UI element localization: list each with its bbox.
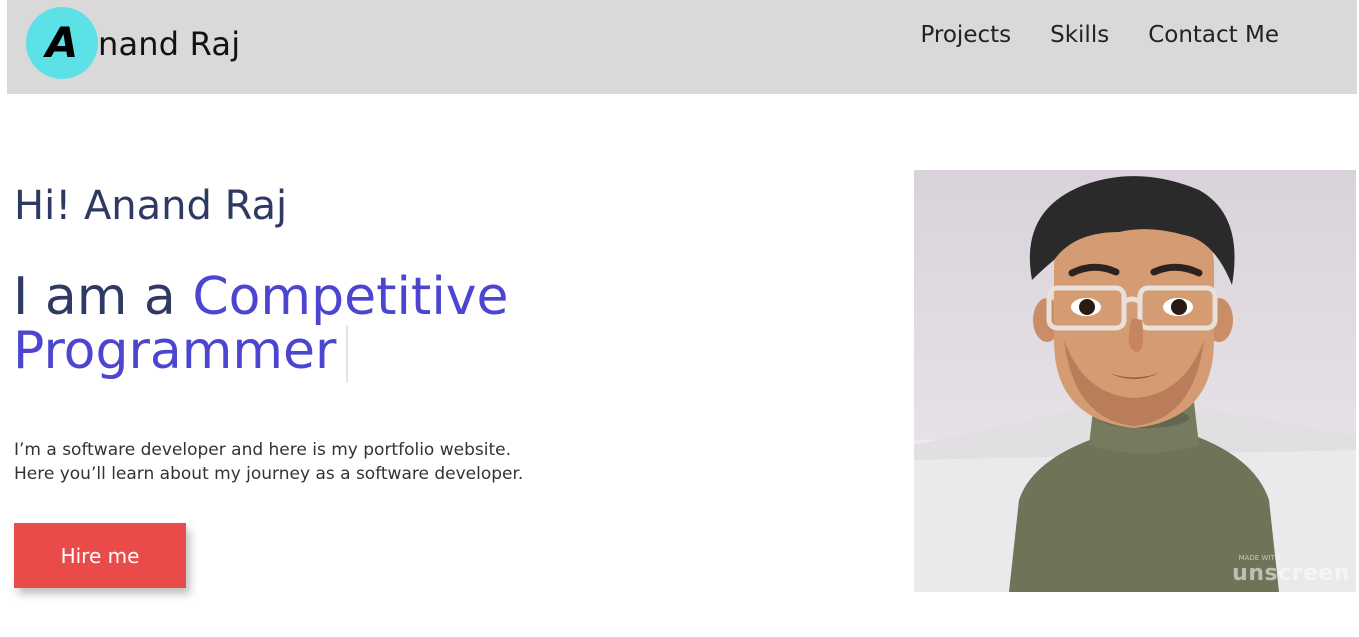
- intro-line: I’m a software developer and here is my …: [14, 440, 512, 460]
- nav-link-projects[interactable]: Projects: [920, 22, 1011, 48]
- typing-cursor: [346, 325, 349, 383]
- headline-prefix: I am a: [13, 267, 193, 327]
- avatar-image: MADE WITH unscreen: [914, 170, 1356, 592]
- portfolio-page: A nand Raj Projects Skills Contact Me Hi…: [0, 0, 1359, 637]
- face: [1054, 208, 1214, 428]
- left-pupil: [1079, 299, 1095, 315]
- glasses-bridge: [1122, 296, 1142, 305]
- nose: [1128, 318, 1144, 352]
- watermark: unscreen: [1232, 561, 1350, 586]
- nav-link-skills[interactable]: Skills: [1050, 22, 1109, 48]
- logo[interactable]: A nand Raj: [26, 7, 240, 79]
- avatar-illustration: [914, 176, 1356, 592]
- logo-badge: A: [26, 7, 98, 79]
- logo-name: nand Raj: [98, 25, 241, 63]
- hero-greeting: Hi! Anand Raj: [14, 183, 288, 229]
- right-pupil: [1171, 299, 1187, 315]
- hero-headline: I am a Competitive Programmer: [13, 270, 573, 383]
- nav-link-contact[interactable]: Contact Me: [1148, 22, 1279, 48]
- hire-me-button[interactable]: Hire me: [14, 523, 186, 588]
- hero-intro: I’m a software developer and here is my …: [14, 438, 523, 486]
- logo-letter: A: [45, 18, 79, 67]
- site-header: A nand Raj Projects Skills Contact Me: [7, 0, 1357, 94]
- main-nav: Projects Skills Contact Me: [920, 22, 1279, 48]
- intro-line: Here you’ll learn about my journey as a …: [14, 464, 524, 484]
